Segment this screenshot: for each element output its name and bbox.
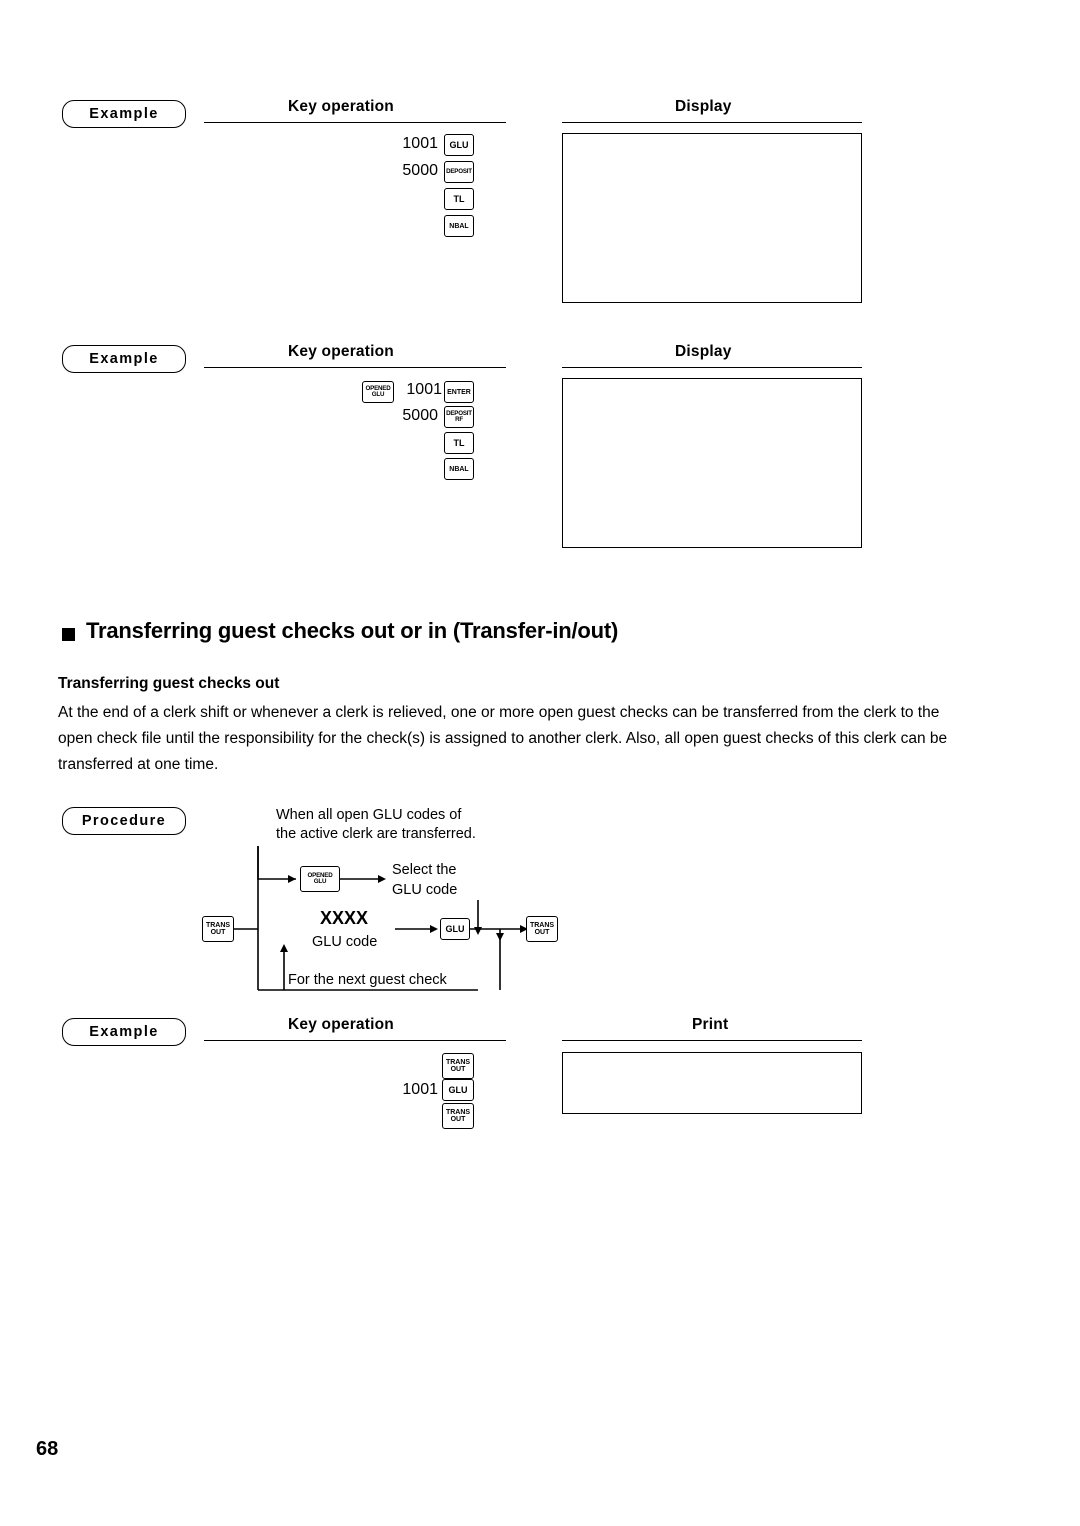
key-trans-out-right: TRANS OUT xyxy=(526,916,558,942)
procedure-glu-code-label: GLU code xyxy=(312,934,378,950)
print-panel xyxy=(562,1052,862,1114)
procedure-select-line1: Select the xyxy=(392,862,457,878)
key-glu-3: GLU xyxy=(442,1079,474,1101)
procedure-select-line2: GLU code xyxy=(392,882,458,898)
key-trans-out-left: TRANS OUT xyxy=(202,916,234,942)
procedure-next-check-label: For the next guest check xyxy=(288,972,447,988)
procedure-xxxx: XXXX xyxy=(320,908,369,928)
keyop-number-3-2: 1001 xyxy=(402,1081,438,1098)
document-page: Example Key operation Display 1001 GLU 5… xyxy=(0,0,1080,1526)
key-opened-glu-procedure: OPENED GLU xyxy=(300,866,340,892)
key-trans-out-3-3: TRANS OUT xyxy=(442,1103,474,1129)
key-glu-procedure: GLU xyxy=(440,918,470,940)
print-rule xyxy=(562,1040,862,1041)
key-operation-rule-3 xyxy=(204,1040,506,1041)
procedure-flow-lines xyxy=(234,846,528,991)
example-badge-3: Example xyxy=(62,1018,186,1046)
key-operation-heading-3: Key operation xyxy=(288,1016,394,1033)
key-trans-out-3-1: TRANS OUT xyxy=(442,1053,474,1079)
page-number: 68 xyxy=(36,1438,59,1460)
print-heading: Print xyxy=(692,1016,729,1033)
